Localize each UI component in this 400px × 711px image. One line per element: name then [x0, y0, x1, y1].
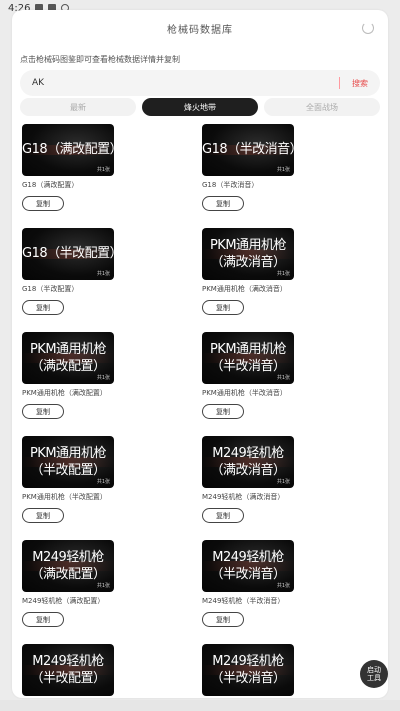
- thumb-title-line1: M249轻机枪: [32, 654, 104, 669]
- gun-card[interactable]: M249轻机枪 （半改消音）: [200, 644, 380, 698]
- gun-card[interactable]: PKM通用机枪 （满改配置） 共1张 PKM通用机枪（满改配置） 复制: [20, 332, 200, 420]
- thumb-title-line1: PKM通用机枪: [29, 446, 107, 461]
- thumb-title: G18（半改配置）: [22, 246, 114, 261]
- fab-label-line2: 工具: [367, 674, 381, 682]
- thumb-title: G18（半改消音）: [202, 142, 294, 157]
- thumb-title-line1: M249轻机枪: [32, 550, 104, 565]
- thumb-title-line2: （半改配置）: [30, 463, 106, 478]
- refresh-icon[interactable]: [362, 22, 374, 34]
- gun-thumbnail[interactable]: G18（半改配置） 共1张: [22, 228, 114, 280]
- gun-card[interactable]: G18（满改配置） 共1张 G18（满改配置） 复制: [20, 124, 200, 212]
- copy-button[interactable]: 复制: [202, 404, 244, 419]
- image-count: 共1张: [276, 271, 290, 277]
- gun-card[interactable]: G18（半改消音） 共1张 G18（半改消音） 复制: [200, 124, 380, 212]
- copy-button[interactable]: 复制: [202, 612, 244, 627]
- gun-card[interactable]: G18（半改配置） 共1张 G18（半改配置） 复制: [20, 228, 200, 316]
- gun-card[interactable]: M249轻机枪 （半改消音） 共1张 M249轻机枪（半改消音） 复制: [200, 540, 380, 628]
- copy-button[interactable]: 复制: [22, 404, 64, 419]
- nav-bar: [0, 700, 400, 711]
- image-count: 共1张: [96, 375, 110, 381]
- copy-button[interactable]: 复制: [202, 300, 244, 315]
- copy-button[interactable]: 复制: [202, 196, 244, 211]
- search-button[interactable]: 搜索: [340, 78, 380, 89]
- copy-button[interactable]: 复制: [22, 196, 64, 211]
- copy-button[interactable]: 复制: [202, 508, 244, 523]
- thumb-title-line2: （半改消音）: [210, 671, 286, 686]
- copy-button[interactable]: 复制: [22, 508, 64, 523]
- gun-thumbnail[interactable]: PKM通用机枪 （半改消音） 共1张: [202, 332, 294, 384]
- thumb-title-line2: （半改消音）: [210, 567, 286, 582]
- gun-caption: M249轻机枪（满改消音）: [202, 493, 285, 501]
- gun-caption: PKM通用机枪（半改消音）: [202, 389, 287, 397]
- search-input[interactable]: [20, 70, 339, 96]
- fab-label-line1: 启动: [367, 666, 381, 674]
- gun-caption: G18（满改配置）: [22, 181, 79, 189]
- gun-thumbnail[interactable]: PKM通用机枪 （半改配置） 共1张: [22, 436, 114, 488]
- thumb-title-line1: PKM通用机枪: [209, 238, 287, 253]
- image-count: 共1张: [96, 479, 110, 485]
- image-count: 共1张: [276, 583, 290, 589]
- thumb-title-line1: PKM通用机枪: [209, 342, 287, 357]
- gun-card[interactable]: PKM通用机枪 （半改配置） 共1张 PKM通用机枪（半改配置） 复制: [20, 436, 200, 524]
- app-screen: 4:26 枪械码数据库 点击枪械码图鉴即可查看枪械数据详情并复制 搜索 最新 烽…: [0, 0, 400, 711]
- panel-header: 枪械码数据库: [12, 10, 388, 46]
- gun-thumbnail[interactable]: M249轻机枪 （满改消音） 共1张: [202, 436, 294, 488]
- tab-full-battlefield[interactable]: 全面战场: [264, 98, 380, 116]
- thumb-title-line1: M249轻机枪: [212, 654, 284, 669]
- gun-caption: M249轻机枪（半改消音）: [202, 597, 285, 605]
- gun-code-panel: 枪械码数据库 点击枪械码图鉴即可查看枪械数据详情并复制 搜索 最新 烽火地带 全…: [12, 10, 388, 698]
- thumb-title-line1: M249轻机枪: [212, 446, 284, 461]
- gun-caption: G18（半改消音）: [202, 181, 259, 189]
- page-title: 枪械码数据库: [167, 24, 233, 36]
- image-count: 共1张: [96, 583, 110, 589]
- gun-caption: PKM通用机枪（满改消音）: [202, 285, 287, 293]
- gun-thumbnail[interactable]: M249轻机枪 （满改配置） 共1张: [22, 540, 114, 592]
- gun-card-grid: G18（满改配置） 共1张 G18（满改配置） 复制 G18（半改消音） 共1张 G18（半…: [20, 124, 380, 698]
- thumb-title-line2: （半改配置）: [30, 671, 106, 686]
- image-count: 共1张: [96, 271, 110, 277]
- thumb-title-line2: （满改配置）: [30, 567, 106, 582]
- launch-tool-button[interactable]: 启动 工具: [360, 660, 388, 688]
- gun-thumbnail[interactable]: PKM通用机枪 （满改消音） 共1张: [202, 228, 294, 280]
- gun-card[interactable]: PKM通用机枪 （半改消音） 共1张 PKM通用机枪（半改消音） 复制: [200, 332, 380, 420]
- thumb-title-line2: （满改配置）: [30, 359, 106, 374]
- gun-caption: PKM通用机枪（满改配置）: [22, 389, 107, 397]
- thumb-title-line2: （半改消音）: [210, 359, 286, 374]
- thumb-title-line2: （满改消音）: [210, 463, 286, 478]
- thumb-title-line1: M249轻机枪: [212, 550, 284, 565]
- image-count: 共1张: [276, 479, 290, 485]
- copy-button[interactable]: 复制: [22, 612, 64, 627]
- gun-card[interactable]: M249轻机枪 （半改配置）: [20, 644, 200, 698]
- gun-caption: PKM通用机枪（半改配置）: [22, 493, 107, 501]
- tab-latest[interactable]: 最新: [20, 98, 136, 116]
- gun-thumbnail[interactable]: G18（半改消音） 共1张: [202, 124, 294, 176]
- image-count: 共1张: [96, 167, 110, 173]
- thumb-title-line1: PKM通用机枪: [29, 342, 107, 357]
- gun-thumbnail[interactable]: G18（满改配置） 共1张: [22, 124, 114, 176]
- gun-caption: G18（半改配置）: [22, 285, 79, 293]
- tab-hazard-zone[interactable]: 烽火地带: [142, 98, 258, 116]
- gun-card[interactable]: PKM通用机枪 （满改消音） 共1张 PKM通用机枪（满改消音） 复制: [200, 228, 380, 316]
- search-bar: 搜索: [20, 70, 380, 96]
- gun-thumbnail[interactable]: M249轻机枪 （半改消音）: [202, 644, 294, 696]
- gun-card[interactable]: M249轻机枪 （满改消音） 共1张 M249轻机枪（满改消音） 复制: [200, 436, 380, 524]
- gun-card[interactable]: M249轻机枪 （满改配置） 共1张 M249轻机枪（满改配置） 复制: [20, 540, 200, 628]
- copy-button[interactable]: 复制: [22, 300, 64, 315]
- gun-thumbnail[interactable]: M249轻机枪 （半改配置）: [22, 644, 114, 696]
- hint-text: 点击枪械码图鉴即可查看枪械数据详情并复制: [20, 55, 180, 64]
- gun-thumbnail[interactable]: M249轻机枪 （半改消音） 共1张: [202, 540, 294, 592]
- thumb-title-line2: （满改消音）: [210, 255, 286, 270]
- image-count: 共1张: [276, 167, 290, 173]
- category-tabs: 最新 烽火地带 全面战场: [20, 98, 380, 118]
- gun-thumbnail[interactable]: PKM通用机枪 （满改配置） 共1张: [22, 332, 114, 384]
- image-count: 共1张: [276, 375, 290, 381]
- gun-caption: M249轻机枪（满改配置）: [22, 597, 105, 605]
- thumb-title: G18（满改配置）: [22, 142, 114, 157]
